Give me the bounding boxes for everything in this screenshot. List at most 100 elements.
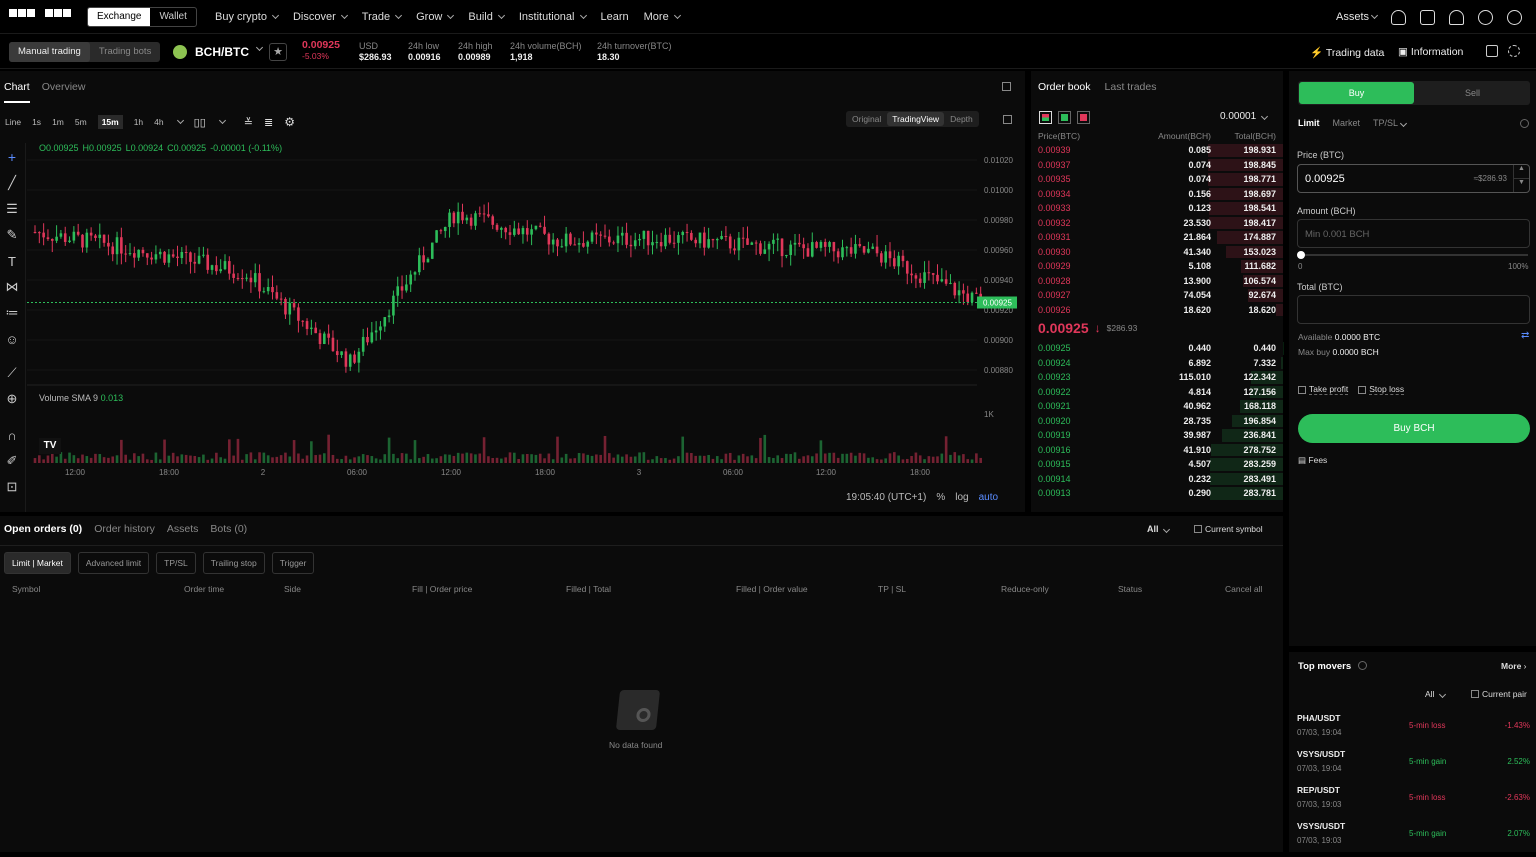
interval-line[interactable]: Line xyxy=(5,117,21,127)
tab-order-history[interactable]: Order history xyxy=(94,523,155,535)
help-icon[interactable] xyxy=(1478,10,1493,25)
sell-tab[interactable]: Sell xyxy=(1415,88,1530,98)
information-link[interactable]: ▣ Information xyxy=(1398,46,1463,58)
filter-advanced-limit[interactable]: Advanced limit xyxy=(78,552,149,574)
bell-icon[interactable] xyxy=(1449,10,1464,25)
indicators-icon[interactable]: ≚ xyxy=(244,116,253,129)
magnet-icon[interactable]: ∩ xyxy=(0,425,24,445)
favorite-star-icon[interactable]: ★ xyxy=(269,43,287,61)
bid-row[interactable]: 0.0092028.735196.854 xyxy=(1031,414,1283,429)
pair-selector[interactable]: BCH/BTC xyxy=(195,45,249,59)
filter-trigger[interactable]: Trigger xyxy=(272,552,315,574)
expand-icon[interactable] xyxy=(1003,115,1012,124)
ask-row[interactable]: 0.0093121.864174.887 xyxy=(1031,230,1283,245)
type-market[interactable]: Market xyxy=(1333,118,1361,128)
tab-order-book[interactable]: Order book xyxy=(1038,81,1091,93)
tab-last-trades[interactable]: Last trades xyxy=(1105,81,1157,93)
orders-filter[interactable]: All xyxy=(1147,524,1169,534)
ask-row[interactable]: 0.0092774.05492.674 xyxy=(1031,288,1283,303)
stop-loss-checkbox[interactable]: Stop loss xyxy=(1358,384,1404,395)
current-pair-checkbox[interactable]: Current pair xyxy=(1471,689,1527,699)
download-icon[interactable] xyxy=(1420,10,1435,25)
view-original[interactable]: Original xyxy=(846,114,887,124)
interval-1h[interactable]: 1h xyxy=(134,117,143,127)
menu-build[interactable]: Build xyxy=(468,11,503,23)
settings-icon[interactable] xyxy=(1508,45,1520,57)
slider-handle[interactable] xyxy=(1297,251,1305,259)
log-toggle[interactable]: log xyxy=(955,492,968,503)
chevron-down-icon[interactable] xyxy=(177,117,184,124)
okx-logo[interactable] xyxy=(9,9,71,17)
forecast-icon[interactable]: ≔ xyxy=(0,303,24,323)
globe-icon[interactable] xyxy=(1507,10,1522,25)
mover-item[interactable]: REP/USDT07/03, 19:035-min loss-2.63% xyxy=(1297,785,1530,821)
total-input[interactable] xyxy=(1297,295,1530,324)
lock-icon[interactable]: ⊡ xyxy=(0,477,24,497)
top-movers-more[interactable]: More › xyxy=(1501,661,1527,671)
tab-overview[interactable]: Overview xyxy=(42,81,86,103)
filter-tpsl[interactable]: TP/SL xyxy=(156,552,196,574)
user-icon[interactable] xyxy=(1391,10,1406,25)
price-input[interactable]: 0.00925 ≈$286.93 ▲ ▼ xyxy=(1297,164,1530,193)
chevron-down-icon[interactable] xyxy=(256,44,263,51)
menu-learn[interactable]: Learn xyxy=(601,11,629,23)
bid-row[interactable]: 0.0091939.987236.841 xyxy=(1031,428,1283,443)
filter-trailing-stop[interactable]: Trailing stop xyxy=(203,552,265,574)
take-profit-checkbox[interactable]: Take profit xyxy=(1298,384,1348,395)
bid-row[interactable]: 0.009224.814127.156 xyxy=(1031,385,1283,400)
view-depth[interactable]: Depth xyxy=(944,114,979,124)
menu-trade[interactable]: Trade xyxy=(362,11,401,23)
interval-15m[interactable]: 15m xyxy=(98,115,123,129)
interval-1m[interactable]: 1m xyxy=(52,117,64,127)
ob-bids-icon[interactable] xyxy=(1058,111,1071,124)
emoji-icon[interactable]: ☺ xyxy=(0,329,24,349)
stepper-down-icon[interactable]: ▼ xyxy=(1513,179,1529,192)
menu-discover[interactable]: Discover xyxy=(293,11,347,23)
brush-icon[interactable]: ✎ xyxy=(0,225,24,245)
bid-row[interactable]: 0.009140.232283.491 xyxy=(1031,472,1283,487)
ask-row[interactable]: 0.009295.108111.682 xyxy=(1031,259,1283,274)
trading-bots-tab[interactable]: Trading bots xyxy=(90,42,160,62)
buy-tab[interactable]: Buy xyxy=(1299,82,1414,104)
ask-row[interactable]: 0.0093223.530198.417 xyxy=(1031,216,1283,231)
mover-item[interactable]: VSYS/USDT07/03, 19:045-min gain2.52% xyxy=(1297,749,1530,785)
bid-row[interactable]: 0.009130.290283.781 xyxy=(1031,486,1283,501)
ob-both-icon[interactable] xyxy=(1039,111,1052,124)
interval-1s[interactable]: 1s xyxy=(32,117,41,127)
type-limit[interactable]: Limit xyxy=(1298,118,1320,128)
view-tradingview[interactable]: TradingView xyxy=(887,112,944,126)
wallet-tab[interactable]: Wallet xyxy=(150,8,195,26)
tab-chart[interactable]: Chart xyxy=(4,81,30,103)
trading-data-link[interactable]: ⚡ Trading data xyxy=(1310,46,1384,59)
current-symbol-checkbox[interactable]: Current symbol xyxy=(1194,524,1263,534)
candle-type-icon[interactable]: ▯▯ xyxy=(194,116,206,129)
cancel-all-button[interactable]: Cancel all xyxy=(1225,584,1262,594)
ob-asks-icon[interactable] xyxy=(1077,111,1090,124)
ask-row[interactable]: 0.0092618.62018.620 xyxy=(1031,303,1283,318)
zoom-icon[interactable]: ⊕ xyxy=(0,389,24,409)
top-movers-info-icon[interactable] xyxy=(1358,661,1367,670)
pattern-icon[interactable]: ⋈ xyxy=(0,277,24,297)
buy-submit-button[interactable]: Buy BCH xyxy=(1298,414,1530,443)
filter-limit-market[interactable]: Limit | Market xyxy=(4,552,71,574)
exchange-tab[interactable]: Exchange xyxy=(88,8,150,26)
ask-row[interactable]: 0.009350.074198.771 xyxy=(1031,172,1283,187)
trendline-icon[interactable]: ╱ xyxy=(0,173,24,193)
menu-more[interactable]: More xyxy=(644,11,680,23)
ask-row[interactable]: 0.009340.156198.697 xyxy=(1031,187,1283,202)
templates-icon[interactable]: ≣ xyxy=(264,116,273,129)
menu-institutional[interactable]: Institutional xyxy=(519,11,586,23)
ask-row[interactable]: 0.009370.074198.845 xyxy=(1031,158,1283,173)
crosshair-icon[interactable]: + xyxy=(0,147,24,167)
manual-trading-tab[interactable]: Manual trading xyxy=(9,42,90,62)
ask-row[interactable]: 0.0092813.900106.574 xyxy=(1031,274,1283,289)
info-icon[interactable] xyxy=(1520,119,1529,128)
interval-5m[interactable]: 5m xyxy=(75,117,87,127)
transfer-icon[interactable]: ⇄ xyxy=(1521,330,1529,341)
menu-grow[interactable]: Grow xyxy=(416,11,453,23)
ask-row[interactable]: 0.009390.085198.931 xyxy=(1031,143,1283,158)
amount-input[interactable]: Min 0.001 BCH xyxy=(1297,219,1530,248)
fib-icon[interactable]: ☰ xyxy=(0,199,24,219)
lock-draw-icon[interactable]: ✐ xyxy=(0,451,24,471)
menu-buy-crypto[interactable]: Buy crypto xyxy=(215,11,278,23)
